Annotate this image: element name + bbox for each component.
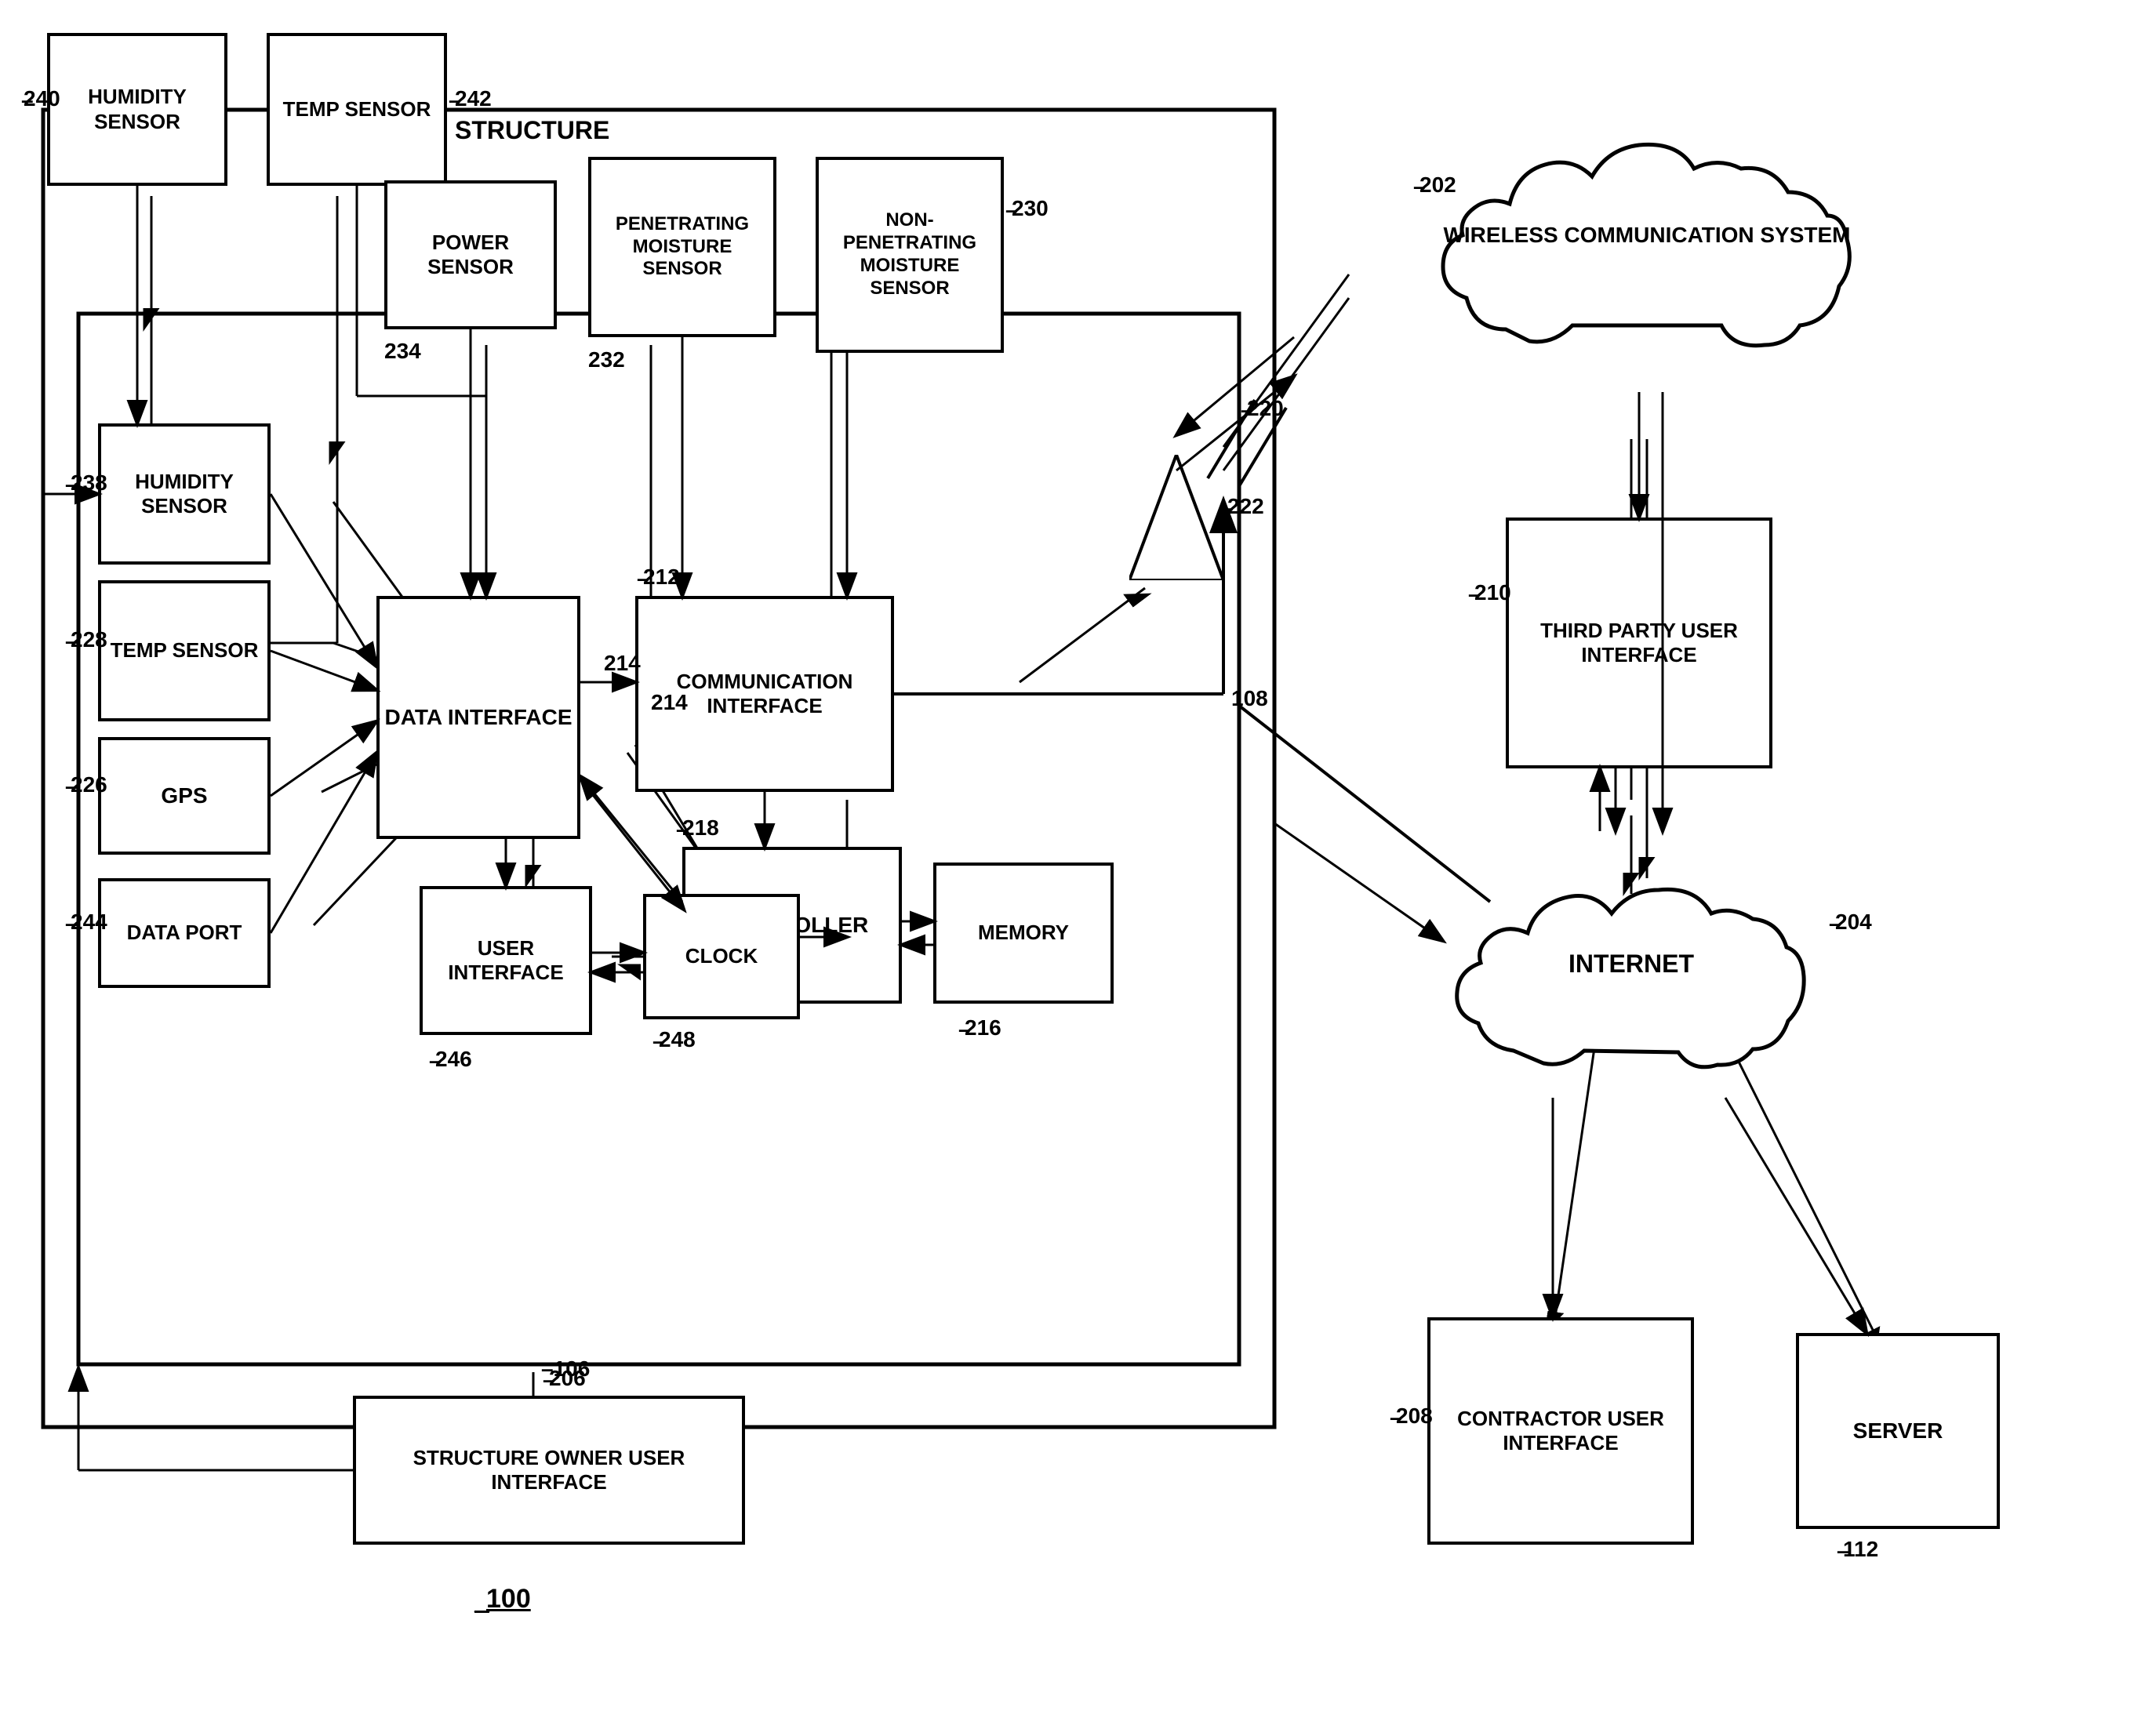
ref-234: 234 [384, 339, 421, 364]
ref-214: 214 [651, 690, 688, 715]
temp-sensor-inner: TEMP SENSOR [98, 580, 271, 721]
third-party-ui: THIRD PARTY USER INTERFACE [1506, 518, 1772, 768]
gps-module: GPS [98, 737, 271, 855]
data-port: DATA PORT [98, 878, 271, 988]
structure-label: STRUCTURE [455, 116, 609, 145]
data-interface: DATA INTERFACE [376, 596, 580, 839]
non-penetrating-moisture-sensor: NON- PENETRATING MOISTURE SENSOR [816, 157, 1004, 353]
user-interface-inner: USER INTERFACE [420, 886, 592, 1035]
humidity-sensor-inner: HUMIDITY SENSOR [98, 423, 271, 565]
server: SERVER [1796, 1333, 2000, 1529]
signal-lines [1192, 384, 1349, 502]
temp-sensor-outer: TEMP SENSOR [267, 33, 447, 186]
contractor-ui: CONTRACTOR USER INTERFACE [1427, 1317, 1694, 1545]
ref-232: 232 [588, 347, 625, 372]
diagram-container: HUMIDITY SENSOR 240 – TEMP SENSOR 242 – … [0, 0, 2141, 1736]
ref-106: –106 [541, 1356, 590, 1382]
clock: CLOCK [643, 894, 800, 1019]
svg-text:108: 108 [1231, 686, 1268, 710]
humidity-sensor-outer: HUMIDITY SENSOR [47, 33, 227, 186]
diagram-number: 100 [486, 1584, 531, 1614]
memory: MEMORY [933, 863, 1114, 1004]
structure-owner-ui: STRUCTURE OWNER USER INTERFACE [353, 1396, 745, 1545]
wireless-comm-cloud: WIRELESS COMMUNICATION SYSTEM [1427, 78, 1867, 392]
power-sensor: POWER SENSOR [384, 180, 557, 329]
internet-cloud: INTERNET [1443, 831, 1819, 1098]
penetrating-moisture-sensor: PENETRATING MOISTURE SENSOR [588, 157, 776, 337]
